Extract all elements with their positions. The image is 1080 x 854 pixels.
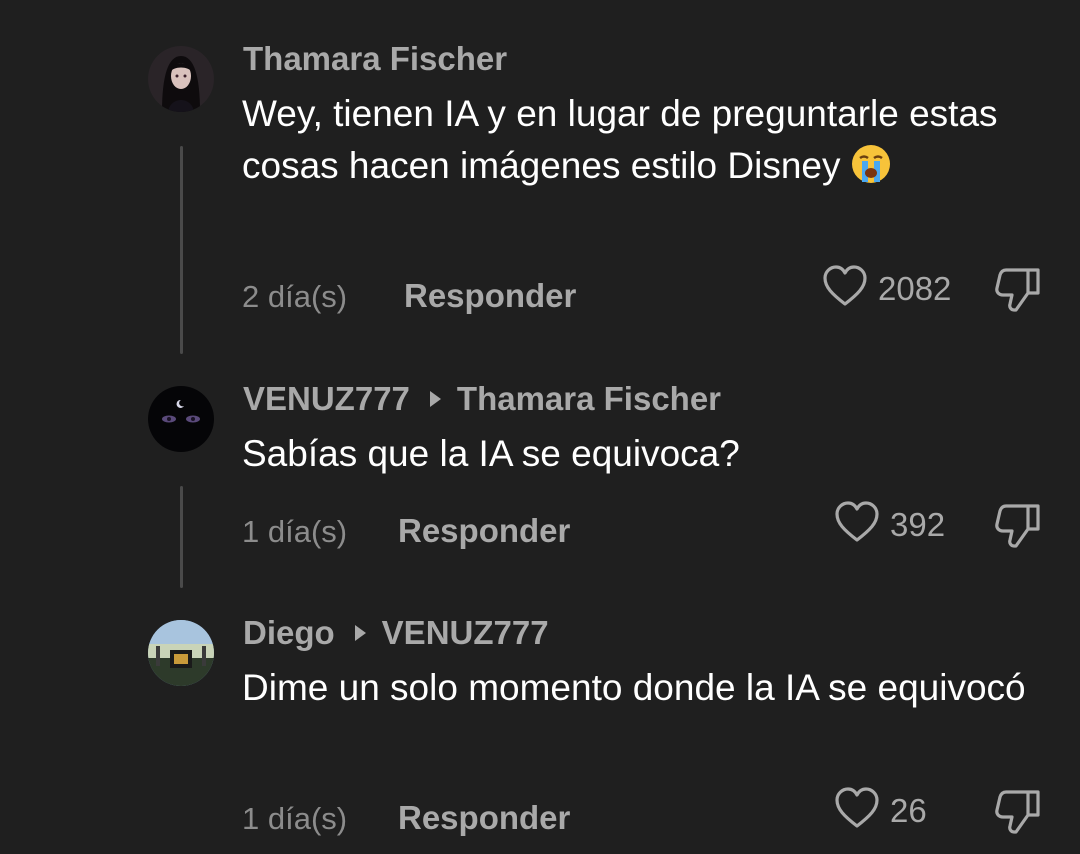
like-button[interactable]: 26 [834,786,927,835]
comment-text: Dime un solo momento donde la IA se equi… [242,667,1026,708]
avatar[interactable] [148,620,214,686]
reply-to-author[interactable]: VENUZ777 [382,614,549,652]
comment-text: Sabías que la IA se equivoca? [242,433,740,474]
avatar[interactable] [148,386,214,452]
like-count: 2082 [878,269,952,307]
heart-icon [822,264,868,313]
reply-button[interactable]: Responder [398,799,570,837]
reply-arrow-icon [429,391,441,407]
comment-author[interactable]: VENUZ777 [243,380,410,418]
heart-icon [834,786,880,835]
like-count: 392 [890,505,946,543]
thumbs-down-icon [994,790,1042,838]
reply-arrow-icon [354,625,366,641]
like-button[interactable]: 392 [834,500,945,549]
comment-author[interactable]: Diego [243,614,335,652]
dislike-button[interactable] [994,788,1042,839]
dislike-button[interactable] [994,266,1042,317]
comment-author[interactable]: Thamara Fischer [243,40,507,78]
thumbs-down-icon [994,268,1042,316]
comment-timestamp: 2 día(s) [242,279,348,314]
like-count: 26 [890,791,927,829]
avatar[interactable] [148,46,214,112]
comment-timestamp: 1 día(s) [242,801,348,836]
reply-button[interactable]: Responder [404,277,576,315]
crying-face-emoji [849,142,893,200]
reply-button[interactable]: Responder [398,512,570,550]
reply-to-author[interactable]: Thamara Fischer [457,380,721,418]
heart-icon [834,500,880,549]
thumbs-down-icon [994,504,1042,552]
thread-line [180,146,183,354]
dislike-button[interactable] [994,502,1042,553]
thread-line [180,486,183,588]
like-button[interactable]: 2082 [822,264,951,313]
comment-timestamp: 1 día(s) [242,514,348,549]
